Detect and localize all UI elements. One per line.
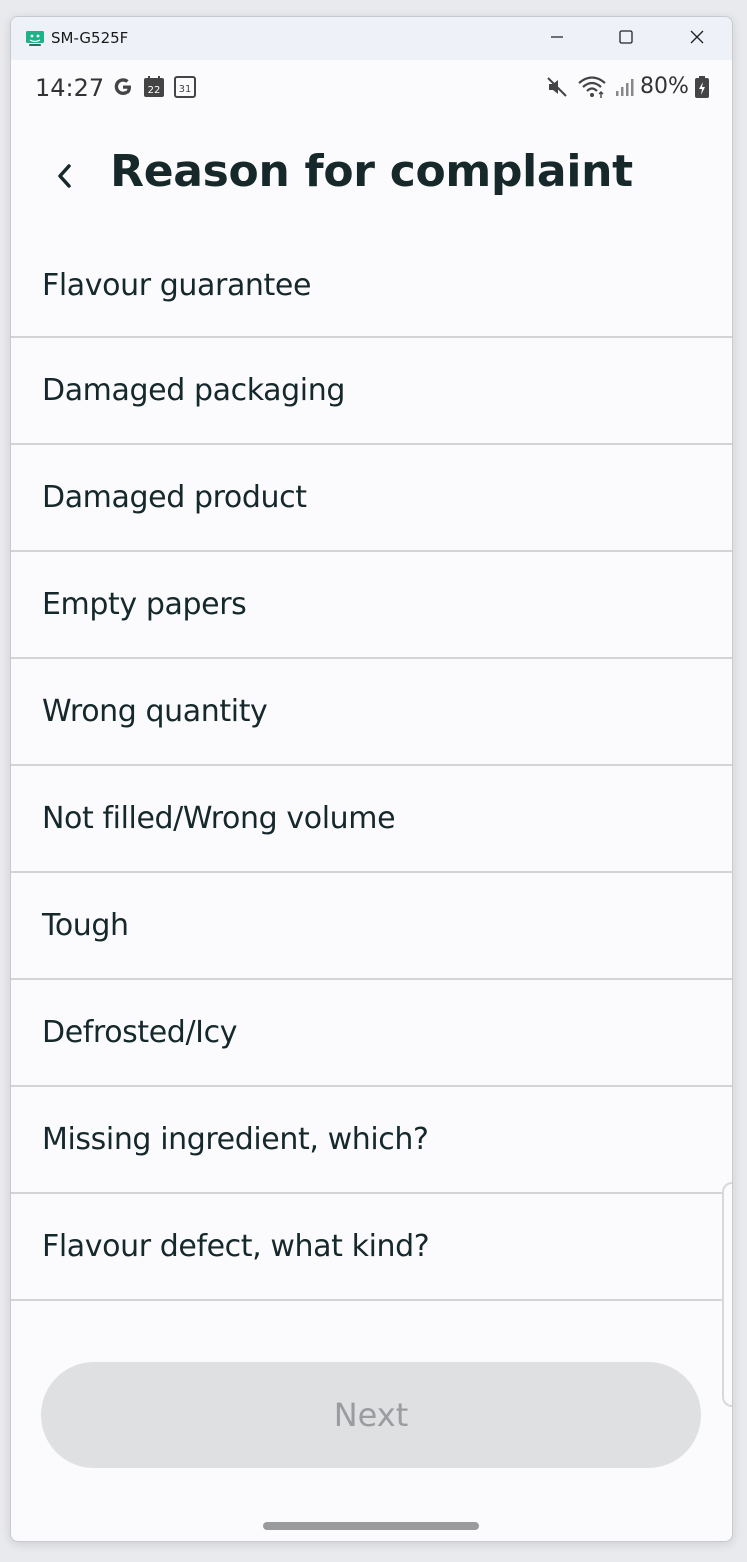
app-header: Reason for complaint <box>11 116 732 234</box>
mute-icon <box>546 76 568 103</box>
reason-item[interactable]: Damaged product <box>11 445 732 552</box>
window-resize-handle[interactable] <box>722 1182 732 1407</box>
close-icon <box>689 29 705 50</box>
emulator-window: SM-G525F 14:27 22 31 80% Reason for comp… <box>10 16 733 1542</box>
page-title: Reason for complaint <box>110 146 633 197</box>
minimize-icon <box>549 29 565 50</box>
reason-item[interactable]: Defrosted/Icy <box>11 980 732 1087</box>
minimize-button[interactable] <box>534 25 580 53</box>
google-icon <box>111 75 135 104</box>
home-indicator[interactable] <box>263 1522 479 1530</box>
maximize-button[interactable] <box>603 25 649 53</box>
battery-level: 80% <box>640 74 689 99</box>
reason-item[interactable]: Wrong quantity <box>11 659 732 766</box>
status-bar: 14:27 22 31 80% <box>11 60 732 116</box>
window-title: SM-G525F <box>51 29 129 47</box>
maximize-icon <box>618 29 634 50</box>
battery-icon <box>694 75 710 104</box>
status-time: 14:27 <box>35 74 105 102</box>
svg-text:31: 31 <box>179 84 192 95</box>
window-titlebar: SM-G525F <box>11 17 732 60</box>
reason-item[interactable]: Flavour defect, what kind? <box>11 1194 732 1301</box>
svg-text:22: 22 <box>148 85 161 96</box>
wifi-icon <box>577 74 607 105</box>
next-button[interactable]: Next <box>41 1362 701 1468</box>
calendar-22-icon: 22 <box>142 75 166 104</box>
reason-item[interactable]: Not filled/Wrong volume <box>11 766 732 873</box>
close-button[interactable] <box>674 25 720 53</box>
reason-item[interactable]: Flavour guarantee <box>11 234 732 338</box>
reason-item[interactable]: Missing ingredient, which? <box>11 1087 732 1194</box>
android-device-icon <box>25 28 45 48</box>
signal-icon <box>614 77 634 102</box>
reason-item[interactable]: Empty papers <box>11 552 732 659</box>
reason-item[interactable]: Damaged packaging <box>11 338 732 445</box>
calendar-31-icon: 31 <box>173 75 197 104</box>
complaint-reason-list: Flavour guarantee Damaged packaging Dama… <box>11 234 732 1301</box>
reason-item[interactable]: Tough <box>11 873 732 980</box>
